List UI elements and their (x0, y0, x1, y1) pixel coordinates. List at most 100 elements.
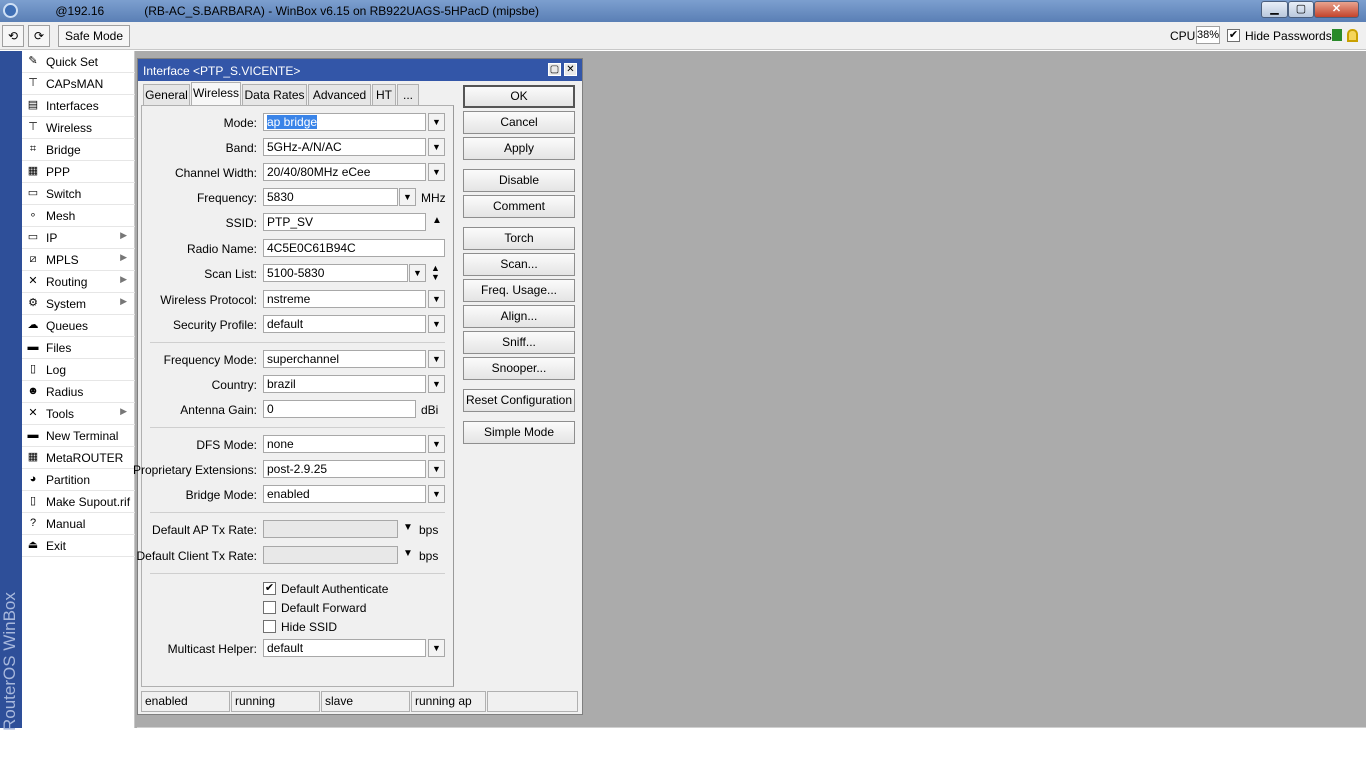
disable-button[interactable]: Disable (463, 169, 575, 192)
default-client-tx-rate-dropdown-icon[interactable]: ▼ (403, 548, 413, 559)
default-authenticate-checkbox[interactable]: ✔ (263, 582, 276, 595)
scan-list-label: Scan List: (204, 267, 257, 281)
align-button[interactable]: Align... (463, 305, 575, 328)
scan-list-updown-icon[interactable]: ▲ ▼ (431, 264, 440, 282)
comment-button[interactable]: Comment (463, 195, 575, 218)
menu-item-manual[interactable]: ? Manual (22, 513, 135, 535)
default-ap-tx-rate-dropdown-icon[interactable]: ▼ (403, 522, 413, 533)
capsman-icon: ⊤ (28, 77, 38, 89)
menu-item-files[interactable]: ▬ Files (22, 337, 135, 359)
freq-usage-button[interactable]: Freq. Usage... (463, 279, 575, 302)
bridge-mode-dropdown[interactable]: ▼ (428, 485, 445, 503)
menu-item-label: Exit (46, 539, 67, 553)
tab-data-rates[interactable]: Data Rates (242, 84, 307, 105)
ssid-collapse-icon[interactable]: ▲ (432, 215, 442, 226)
wireless-protocol-dropdown[interactable]: ▼ (428, 290, 445, 308)
menu-item-log[interactable]: ▯ Log (22, 359, 135, 381)
country-dropdown[interactable]: ▼ (428, 375, 445, 393)
mpls-icon: ⧄ (29, 253, 37, 265)
bridge-mode-select[interactable]: enabled (263, 485, 426, 503)
menu-item-partition[interactable]: ◕ Partition (22, 469, 135, 491)
maximize-button[interactable]: ▢ (1288, 1, 1314, 18)
frequency-select[interactable]: 5830 (263, 188, 398, 206)
menu-item-capsman[interactable]: ⊤ CAPsMAN (22, 73, 135, 95)
antenna-gain-input[interactable]: 0 (263, 400, 416, 418)
hide-ssid-checkbox[interactable] (263, 620, 276, 633)
dialog-close-button[interactable]: ✕ (564, 63, 577, 76)
proprietary-extensions-select[interactable]: post-2.9.25 (263, 460, 426, 478)
wireless-protocol-select[interactable]: nstreme (263, 290, 426, 308)
scan-list-dropdown[interactable]: ▼ (409, 264, 426, 282)
cancel-button[interactable]: Cancel (463, 111, 575, 134)
tab-general[interactable]: General (143, 84, 190, 105)
menu-item-interfaces[interactable]: ▤ Interfaces (22, 95, 135, 117)
proprietary-extensions-dropdown[interactable]: ▼ (428, 460, 445, 478)
menu-item-bridge[interactable]: ⌗ Bridge (22, 139, 135, 161)
close-button[interactable]: ✕ (1314, 1, 1359, 18)
tab-wireless[interactable]: Wireless (191, 82, 241, 106)
dfs-mode-select[interactable]: none (263, 435, 426, 453)
country-select[interactable]: brazil (263, 375, 426, 393)
redo-button[interactable]: ⟳ (28, 25, 50, 47)
menu-item-tools[interactable]: ✕ Tools ▶ (22, 403, 135, 425)
dialog-maximize-button[interactable]: ▢ (548, 63, 561, 76)
multicast-helper-dropdown[interactable]: ▼ (428, 639, 445, 657)
radio-name-input[interactable]: 4C5E0C61B94C (263, 239, 445, 257)
menu-item-wireless[interactable]: ⊤ Wireless (22, 117, 135, 139)
security-profile-select[interactable]: default (263, 315, 426, 333)
torch-button[interactable]: Torch (463, 227, 575, 250)
band-dropdown[interactable]: ▼ (428, 138, 445, 156)
menu-item-mpls[interactable]: ⧄ MPLS ▶ (22, 249, 135, 271)
menu-item-routing[interactable]: ✕ Routing ▶ (22, 271, 135, 293)
snooper-button[interactable]: Snooper... (463, 357, 575, 380)
separator (150, 342, 445, 343)
menu-item-new-terminal[interactable]: ▬ New Terminal (22, 425, 135, 447)
scan-button[interactable]: Scan... (463, 253, 575, 276)
menu-item-ip[interactable]: ▭ IP ▶ (22, 227, 135, 249)
menu-item-system[interactable]: ⚙ System ▶ (22, 293, 135, 315)
menu-item-quick-set[interactable]: ✎ Quick Set (22, 51, 135, 73)
mode-select[interactable]: ap bridge (263, 113, 426, 131)
frequency-mode-dropdown[interactable]: ▼ (428, 350, 445, 368)
safe-mode-button[interactable]: Safe Mode (58, 25, 130, 47)
frequency-mode-select[interactable]: superchannel (263, 350, 426, 368)
channel-width-select[interactable]: 20/40/80MHz eCee (263, 163, 426, 181)
menu-item-make-supout-rif[interactable]: ▯ Make Supout.rif (22, 491, 135, 513)
simple-mode-button[interactable]: Simple Mode (463, 421, 575, 444)
minimize-button[interactable]: ▁ (1261, 1, 1288, 18)
mode-dropdown[interactable]: ▼ (428, 113, 445, 131)
sniff-button[interactable]: Sniff... (463, 331, 575, 354)
channel-width-dropdown[interactable]: ▼ (428, 163, 445, 181)
menu-item-metarouter[interactable]: ▦ MetaROUTER (22, 447, 135, 469)
tab-advanced[interactable]: Advanced (308, 84, 371, 105)
separator (150, 427, 445, 428)
menu-item-queues[interactable]: ☁ Queues (22, 315, 135, 337)
separator (150, 573, 445, 574)
menu-item-mesh[interactable]: ∘ Mesh (22, 205, 135, 227)
undo-button[interactable]: ⟲ (2, 25, 24, 47)
tab-ht[interactable]: HT (372, 84, 396, 105)
ssid-input[interactable]: PTP_SV (263, 213, 426, 231)
default-client-tx-rate-input[interactable] (263, 546, 398, 564)
scan-list-input[interactable]: 5100-5830 (263, 264, 408, 282)
radius-icon: ☻ (27, 385, 39, 397)
band-select[interactable]: 5GHz-A/N/AC (263, 138, 426, 156)
multicast-helper-select[interactable]: default (263, 639, 426, 657)
ok-button[interactable]: OK (463, 85, 575, 108)
default-forward-checkbox[interactable] (263, 601, 276, 614)
default-ap-tx-rate-input[interactable] (263, 520, 398, 538)
menu-item-switch[interactable]: ▭ Switch (22, 183, 135, 205)
frequency-mode-label: Frequency Mode: (163, 353, 257, 367)
tab-more[interactable]: ... (397, 84, 419, 105)
frequency-dropdown[interactable]: ▼ (399, 188, 416, 206)
proprietary-extensions-label: Proprietary Extensions: (132, 463, 257, 477)
menu-item-exit[interactable]: ⏏ Exit (22, 535, 135, 557)
security-profile-dropdown[interactable]: ▼ (428, 315, 445, 333)
menu-item-radius[interactable]: ☻ Radius (22, 381, 135, 403)
apply-button[interactable]: Apply (463, 137, 575, 160)
menu-item-ppp[interactable]: ▦ PPP (22, 161, 135, 183)
hide-passwords-checkbox[interactable]: ✔ (1227, 29, 1240, 42)
dfs-mode-dropdown[interactable]: ▼ (428, 435, 445, 453)
terminal-icon: ▬ (27, 429, 39, 441)
reset-configuration-button[interactable]: Reset Configuration (463, 389, 575, 412)
